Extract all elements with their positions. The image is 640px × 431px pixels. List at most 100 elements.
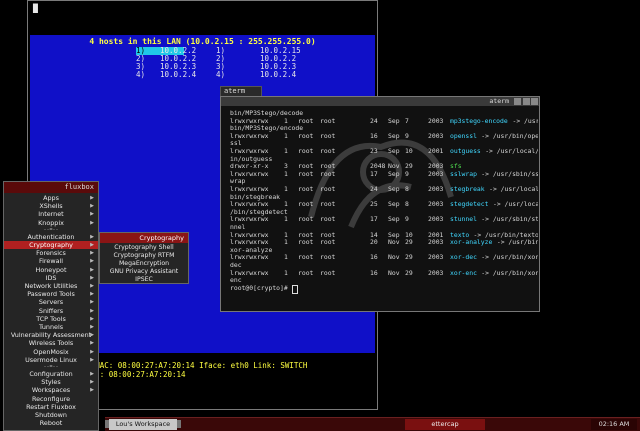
submenu-arrow-icon: ▶	[90, 371, 94, 377]
ls-n: 1	[284, 215, 288, 224]
menu-item-reboot[interactable]: Reboot	[4, 419, 98, 427]
menu-item-tunnels[interactable]: Tunnels ▶	[4, 323, 98, 331]
menu-item-xshells[interactable]: XShells ▶	[4, 202, 98, 210]
submenu-item-ipsec[interactable]: IPSEC	[100, 276, 188, 284]
cryptography-submenu[interactable]: Cryptography Cryptography Shell Cryptogra…	[99, 232, 189, 284]
ls-u: root	[298, 215, 314, 224]
menu-item-reconfigure[interactable]: Reconfigure	[4, 395, 98, 403]
host-row[interactable]: 2) 10.0.2.2 2) 10.0.2.2	[40, 55, 370, 63]
menu-item-firewall[interactable]: Firewall ▶	[4, 257, 98, 265]
menu-item-knoppix[interactable]: Knoppix ▶	[4, 219, 98, 227]
next-workspace-button[interactable]	[177, 420, 181, 428]
submenu-item-cryptography-rtfm[interactable]: Cryptography RTFM	[100, 252, 188, 260]
submenu-item-gnu-privacy-assistant[interactable]: GNU Privacy Assistant	[100, 268, 188, 276]
ls-yr: 2003	[428, 200, 444, 209]
menu-item-authentication[interactable]: Authentication ▶	[4, 233, 98, 241]
menu-item-label: IDS	[45, 273, 57, 282]
ls-name: stunnel	[450, 215, 477, 224]
ls-size: 25	[370, 200, 378, 209]
maximize-icon[interactable]	[523, 98, 530, 105]
menu-item-network-utilities[interactable]: Network Utilities ▶	[4, 282, 98, 290]
menu-item-cryptography[interactable]: Cryptography ▶	[4, 241, 98, 250]
menu-item-label: Configuration	[29, 370, 73, 378]
hosts-title: 4 hosts in this LAN (10.0.2.15 : 255.255…	[89, 37, 316, 46]
ls-u: root	[298, 147, 314, 155]
menu-item-label: Shutdown	[35, 411, 67, 419]
menu-item-restart-fluxbox[interactable]: Restart Fluxbox	[4, 403, 98, 411]
menu-item-configuration[interactable]: Configuration ▶	[4, 370, 98, 378]
ls-day: 9	[405, 131, 409, 140]
workspace-label[interactable]: Lou's Workspace	[109, 419, 177, 430]
host-row[interactable]: 3) 10.0.2.3 3) 10.0.2.3	[40, 63, 370, 71]
fluxbox-menu-title: fluxbox	[4, 182, 98, 193]
ls-name: xor-analyze	[450, 238, 493, 247]
ls-name: stegdetect	[450, 200, 489, 209]
ls-day: 10	[405, 147, 413, 155]
menu-item-label: Honeypot	[35, 265, 67, 274]
menu-item-label: Reboot	[39, 419, 63, 428]
menu-item-servers[interactable]: Servers ▶	[4, 298, 98, 306]
cryptography-submenu-title: Cryptography	[100, 233, 188, 243]
menu-item-styles[interactable]: Styles ▶	[4, 378, 98, 386]
ls-yr: 2003	[428, 169, 444, 178]
submenu-arrow-icon: ▶	[90, 211, 94, 218]
ls-g: root	[320, 169, 336, 178]
submenu-item-cryptography-shell[interactable]: Cryptography Shell	[100, 244, 188, 252]
menu-item-vulnerability-assessment[interactable]: Vulnerability Assessment ▶	[4, 331, 98, 339]
terminal-output[interactable]: bin/MP3Stego/decode lrwxrwxrwx 1 root root 24…	[230, 108, 538, 310]
aterm-titlebar[interactable]: aterm	[221, 97, 539, 106]
menu-item-internet[interactable]: Internet ▶	[4, 210, 98, 218]
host-row[interactable]: 1) 10.0.2.2 1) 10.0.2.15	[40, 47, 370, 55]
menu-item-apps[interactable]: Apps ▶	[4, 194, 98, 202]
menu-item-label: Network Utilities	[24, 282, 78, 290]
ls-n: 1	[284, 131, 288, 140]
menu-item-label: Tunnels	[38, 323, 64, 331]
menu-item-ids[interactable]: IDS ▶	[4, 274, 98, 282]
menu-item-wireless-tools[interactable]: Wireless Tools ▶	[4, 339, 98, 347]
taskbar-item-ettercap[interactable]: ettercap	[405, 419, 485, 430]
ls-day: 29	[405, 268, 413, 277]
ls-target: -> /usr/bin/xor-	[481, 253, 538, 262]
close-icon[interactable]	[531, 98, 538, 105]
menu-item-label: TCP Tools	[36, 314, 66, 323]
menu-item-tcp-tools[interactable]: TCP Tools ▶	[4, 315, 98, 323]
ls-u: root	[298, 185, 314, 193]
menu-item-honeypot[interactable]: Honeypot ▶	[4, 266, 98, 274]
ls-target: -> /usr/bin/	[496, 238, 538, 247]
ls-mon: Sep	[388, 131, 400, 140]
prompt-text: root@0[crypto]#	[230, 283, 288, 292]
aterm-window[interactable]: aterm bin/MP3Stego/decode lrwxrwxrwx 1 root…	[220, 96, 540, 312]
ettercap-top-pane: █	[30, 3, 375, 33]
ls-day: 9	[405, 215, 409, 224]
ls-g: root	[320, 215, 336, 224]
menu-item-forensics[interactable]: Forensics ▶	[4, 249, 98, 257]
submenu-arrow-icon: ▶	[90, 291, 94, 298]
ls-u: root	[298, 238, 314, 247]
menu-item-password-tools[interactable]: Password Tools ▶	[4, 290, 98, 298]
ls-n: 1	[284, 238, 288, 247]
menu-item-openmosix[interactable]: OpenMosix ▶	[4, 348, 98, 356]
host-row[interactable]: 4) 10.0.2.4 4) 10.0.2.4	[40, 71, 370, 79]
ls-n: 1	[284, 268, 288, 277]
ls-day: 9	[405, 169, 409, 178]
ls-name: sslwrap	[450, 169, 477, 178]
submenu-arrow-icon: ▶	[90, 307, 94, 314]
menu-item-label: Styles	[41, 378, 61, 387]
menu-item-label: Knoppix	[38, 218, 64, 227]
menu-item-label: Firewall	[38, 257, 64, 266]
fluxbox-root-menu[interactable]: fluxbox Apps ▶ XShells ▶ Internet ▶ Knoppix ▶ --…	[3, 181, 99, 431]
ls-yr: 2003	[428, 131, 444, 140]
ls-name: xor-enc	[450, 268, 477, 277]
menu-item-workspaces[interactable]: Workspaces ▶	[4, 386, 98, 394]
menu-item-label: Reconfigure	[31, 394, 71, 403]
menu-item-usermode-linux[interactable]: Usermode Linux ▶	[4, 356, 98, 364]
ls-name: stegbreak	[450, 185, 485, 193]
menu-item-sniffers[interactable]: Sniffers ▶	[4, 307, 98, 315]
submenu-item-megaencryption[interactable]: MegaEncryption	[100, 260, 188, 268]
ls-g: root	[320, 185, 336, 193]
menu-item-shutdown[interactable]: Shutdown	[4, 411, 98, 419]
submenu-arrow-icon: ▶	[90, 274, 94, 281]
ls-yr: 2003	[428, 253, 444, 262]
minimize-icon[interactable]	[514, 98, 521, 105]
ls-n: 1	[284, 169, 288, 178]
